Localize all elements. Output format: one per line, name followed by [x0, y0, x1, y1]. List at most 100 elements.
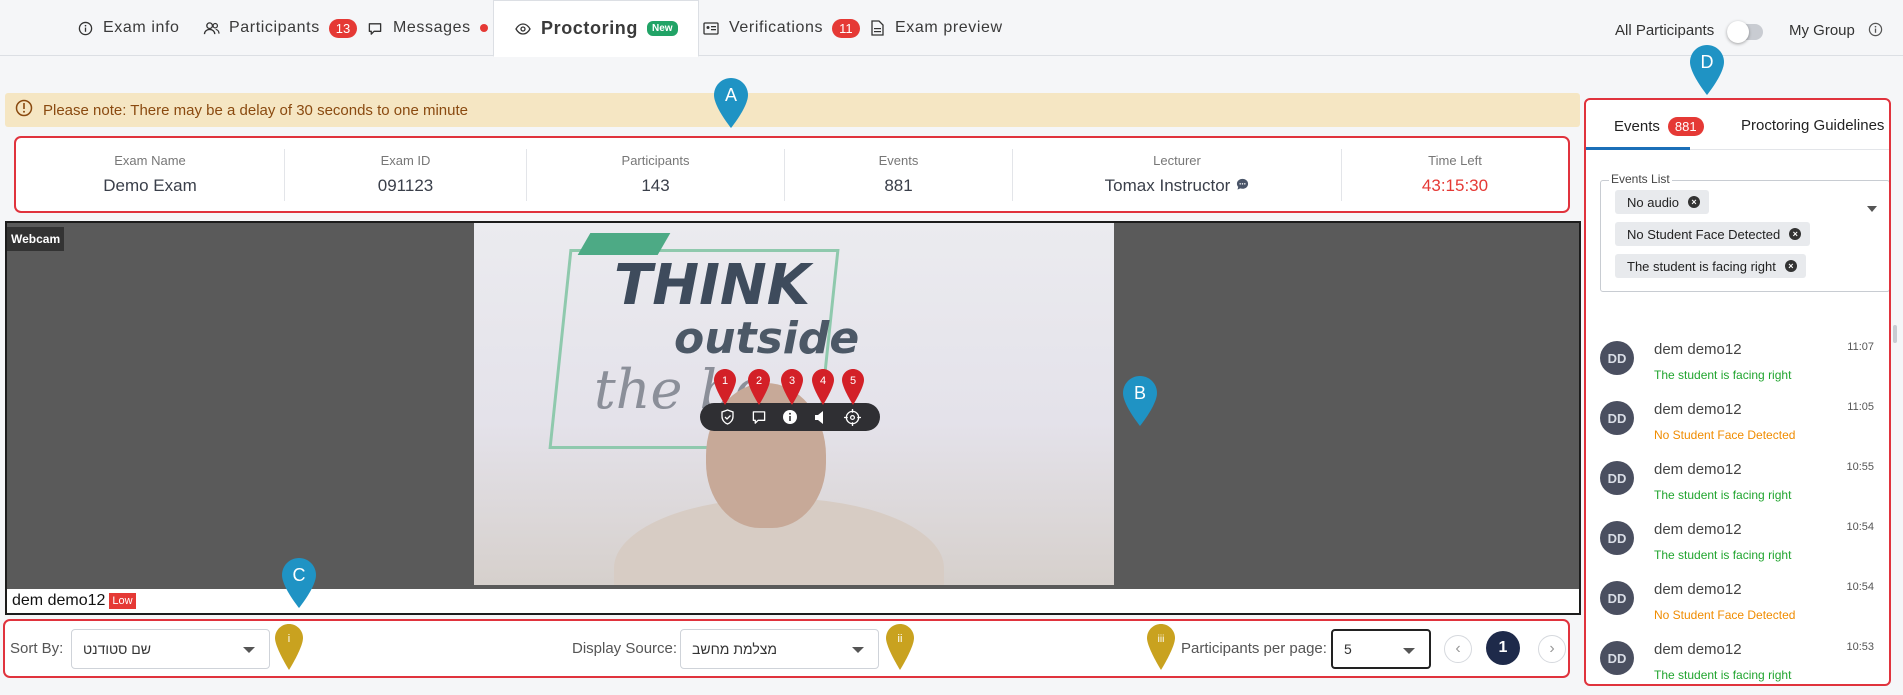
chevron-down-icon [852, 647, 864, 653]
tab-proctoring[interactable]: Proctoring New [493, 0, 699, 57]
filter-chip-no-audio: No audio × [1615, 190, 1710, 214]
participants-label: Participants [621, 153, 690, 168]
event-item[interactable]: DD dem demo12 10:54 No Student Face Dete… [1600, 581, 1880, 641]
message-icon[interactable] [749, 407, 769, 427]
notice-text: Please note: There may be a delay of 30 … [43, 101, 468, 119]
avatar: DD [1600, 461, 1634, 495]
event-message: The student is facing right [1654, 668, 1792, 682]
exam-id-value: 091123 [377, 176, 434, 195]
pin-label: 5 [850, 375, 856, 387]
remove-chip-icon[interactable]: × [1784, 260, 1797, 272]
pin-label: 4 [820, 375, 826, 387]
exam-name-cell: Exam Name Demo Exam [16, 148, 285, 201]
chevron-down-icon [1403, 648, 1415, 654]
chevron-down-icon[interactable] [1867, 206, 1877, 212]
exam-id-cell: Exam ID 091123 [285, 148, 527, 201]
unread-dot [479, 24, 488, 32]
pin-label: D [1701, 52, 1714, 72]
users-icon [202, 19, 220, 37]
event-item[interactable]: DD dem demo12 10:54 The student is facin… [1600, 521, 1880, 581]
panel-scrollbar[interactable] [1893, 325, 1897, 343]
next-page-button[interactable]: › [1538, 635, 1566, 663]
sort-by-value: שם סטודנט [83, 641, 151, 657]
per-page-value: 5 [1344, 641, 1352, 657]
display-source-select[interactable]: מצלמת מחשב [680, 629, 879, 669]
tab-messages[interactable]: Messages [366, 0, 488, 56]
tab-exam-preview[interactable]: Exam preview [868, 0, 1003, 56]
shield-check-icon[interactable] [718, 407, 738, 427]
top-navigation: Exam info Participants 13 Messages Proct… [0, 0, 1903, 57]
pin-label: A [725, 85, 737, 105]
panel-tabs: Events 881 Proctoring Guidelines [1586, 100, 1889, 150]
crosshair-icon[interactable] [842, 407, 862, 427]
events-label: Events [878, 153, 919, 168]
speaker-icon[interactable] [811, 407, 831, 427]
per-page-select[interactable]: 5 [1331, 629, 1431, 669]
event-student-name: dem demo12 [1654, 341, 1742, 358]
tab-events[interactable]: Events 881 [1614, 117, 1704, 136]
event-item[interactable]: DD dem demo12 11:05 No Student Face Dete… [1600, 401, 1880, 461]
area-pin-c: C [282, 558, 316, 608]
exam-summary-bar: Exam Name Demo Exam Exam ID 091123 Parti… [14, 136, 1570, 213]
remove-chip-icon[interactable]: × [1688, 196, 1701, 208]
group-filter-toggle[interactable] [1727, 21, 1763, 43]
event-time: 10:54 [1846, 521, 1874, 533]
tab-verifications[interactable]: Verifications 11 [702, 0, 860, 56]
tab-label: Exam info [103, 19, 180, 36]
event-item[interactable]: DD dem demo12 10:53 The student is facin… [1600, 641, 1880, 684]
graduation-cap-shape [577, 233, 671, 255]
lecturer-cell: Lecturer Tomax Instructor [1013, 148, 1342, 201]
avatar: DD [1600, 641, 1634, 675]
event-item[interactable]: DD dem demo12 11:07 The student is facin… [1600, 341, 1880, 401]
info-icon[interactable] [780, 407, 800, 427]
tab-proctoring-guidelines[interactable]: Proctoring Guidelines [1741, 117, 1884, 134]
student-name: dem demo12 [12, 592, 106, 609]
pin-label: ii [898, 633, 903, 645]
id-card-icon [702, 19, 720, 37]
pin-label: 1 [722, 375, 728, 387]
student-name-row: dem demo12 Low [7, 589, 1579, 613]
avatar: DD [1600, 401, 1634, 435]
sort-by-label: Sort By: [10, 640, 64, 657]
event-time: 10:54 [1846, 581, 1874, 593]
chip-label: No audio [1627, 194, 1680, 210]
current-page-button[interactable]: 1 [1486, 631, 1520, 665]
active-tab-underline [1586, 147, 1690, 150]
tab-guidelines-label: Proctoring Guidelines [1741, 117, 1885, 134]
bottom-pin-i: i [275, 624, 303, 670]
event-item[interactable]: DD dem demo12 10:55 The student is facin… [1600, 461, 1880, 521]
pin-label: i [288, 633, 290, 645]
control-pin-5: 5 [842, 369, 864, 405]
control-pin-1: 1 [714, 369, 736, 405]
chip-label: The student is facing right [1627, 258, 1776, 274]
display-source-value: מצלמת מחשב [692, 641, 777, 657]
tab-label: Exam preview [895, 19, 1003, 36]
new-badge: New [647, 21, 678, 36]
events-list-filter[interactable]: Events List No audio × No Student Face D… [1600, 172, 1889, 292]
tab-participants[interactable]: Participants 13 [202, 0, 358, 56]
events-cell: Events 881 [785, 148, 1013, 201]
pin-label: B [1134, 383, 1146, 403]
info-circle-icon [76, 19, 94, 37]
exam-name-value: Demo Exam [103, 176, 197, 195]
help-info-icon[interactable] [1868, 22, 1883, 42]
bottom-filter-bar: Sort By: שם סטודנט Display Source: מצלמת… [3, 619, 1570, 678]
sort-by-select[interactable]: שם סטודנט [71, 629, 270, 669]
tab-exam-info[interactable]: Exam info [76, 0, 180, 56]
remove-chip-icon[interactable]: × [1789, 228, 1802, 240]
participants-value: 143 [641, 176, 670, 195]
control-pin-2: 2 [748, 369, 770, 405]
bottom-pin-iii: iii [1147, 624, 1175, 670]
eye-icon [514, 20, 532, 38]
participants-count-badge: 13 [328, 18, 358, 38]
avatar: DD [1600, 581, 1634, 615]
toggle-all-participants-label: All Participants [1615, 22, 1715, 39]
event-student-name: dem demo12 [1654, 581, 1742, 598]
exam-id-label: Exam ID [380, 153, 431, 168]
events-value: 881 [884, 176, 913, 195]
message-lecturer-icon[interactable] [1236, 176, 1249, 196]
event-message: No Student Face Detected [1654, 608, 1796, 622]
previous-page-button[interactable]: ‹ [1444, 635, 1472, 663]
event-time: 11:07 [1847, 341, 1874, 353]
tab-label: Messages [393, 19, 471, 36]
